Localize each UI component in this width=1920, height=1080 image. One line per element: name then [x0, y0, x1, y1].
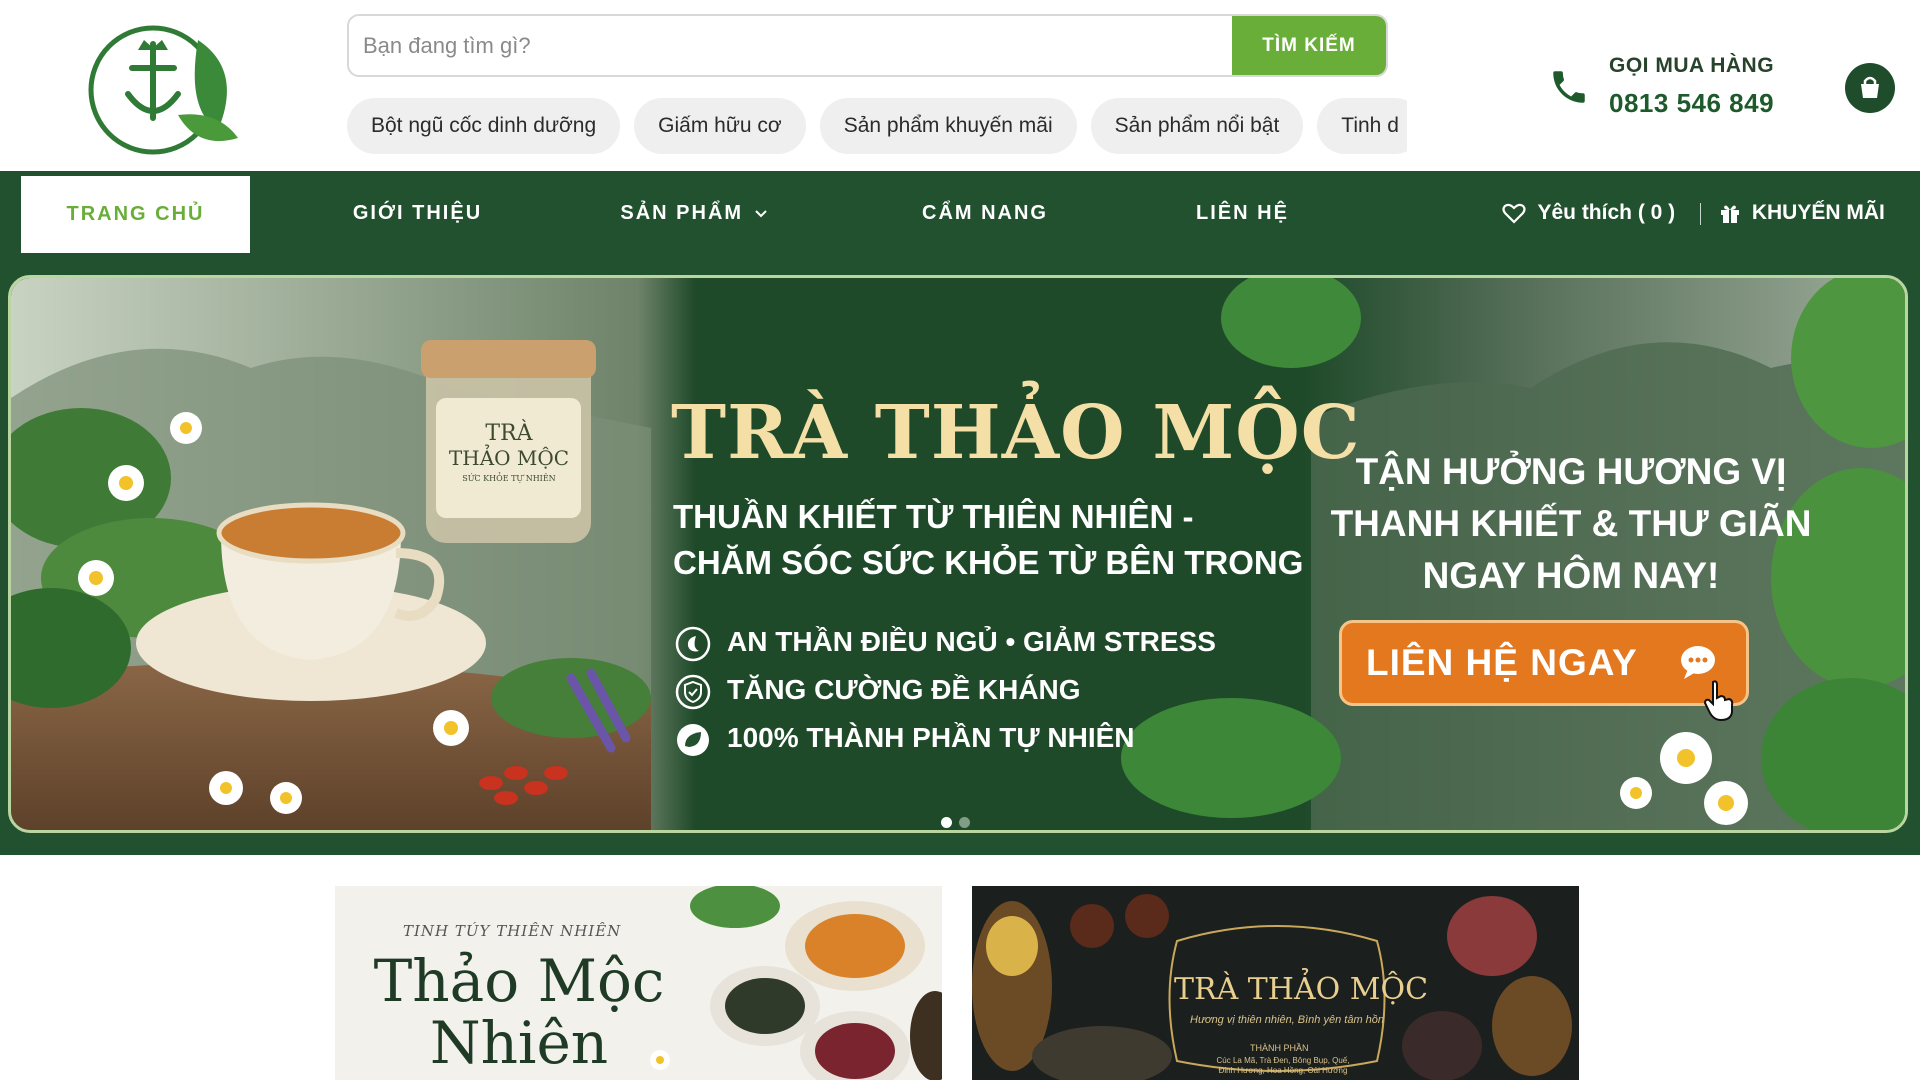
benefit-text: AN THẦN ĐIỀU NGỦ • GIẢM STRESS	[727, 626, 1216, 657]
hero-tagline-line1: TẬN HƯỞNG HƯƠNG VỊ	[1355, 451, 1787, 492]
banner-title-line2: Nhiên	[429, 1009, 609, 1077]
shield-check-icon	[675, 674, 711, 710]
nav-products-label: SẢN PHẨM	[620, 202, 744, 224]
benefit-text: TĂNG CƯỜNG ĐỀ KHÁNG	[727, 674, 1081, 705]
phone-icon	[1553, 71, 1585, 103]
banner-herbal-tea[interactable]: TRÀ THẢO MỘC Hương vị thiên nhiên, Bình …	[972, 886, 1579, 1080]
benefit-item: 100% THÀNH PHẦN TỰ NHIÊN	[675, 714, 1216, 762]
benefit-text: 100% THÀNH PHẦN TỰ NHIÊN	[727, 722, 1135, 753]
banner-eyebrow: TINH TÚY THIÊN NHIÊN	[403, 922, 622, 940]
pointer-hand-icon	[1703, 680, 1734, 722]
shopping-bag-icon	[1861, 76, 1879, 98]
hero-slider[interactable]: TRÀ THẢO MỘC SỨC KHỎE TỰ NHIÊN TRÀ THẢO …	[8, 275, 1908, 833]
banner-ingredients: Cúc La Mã, Trà Đen, Bông Bụp, Quế, Đinh …	[1216, 1056, 1350, 1075]
slider-dot[interactable]	[959, 817, 970, 828]
nav-home[interactable]: TRANG CHỦ	[21, 176, 250, 253]
chip-essential-oil[interactable]: Tinh d	[1317, 98, 1407, 154]
anchor-leaf-logo-icon	[88, 25, 238, 155]
search-button[interactable]: TÌM KIẾM	[1232, 16, 1386, 75]
main-navigation: TRANG CHỦ GIỚI THIỆU SẢN PHẨM CẨM NANG L…	[0, 171, 1920, 255]
site-header: TÌM KIẾM Bột ngũ cốc dinh dưỡngGiấm hữu …	[0, 0, 1920, 171]
nav-divider	[1700, 203, 1701, 225]
quick-category-chips: Bột ngũ cốc dinh dưỡng Giấm hữu cơ Sản phẩ…	[347, 98, 1407, 156]
hero-tagline-line2: THANH KHIẾT & THƯ GIÃN	[1330, 503, 1812, 544]
nav-products[interactable]: SẢN PHẨM	[612, 171, 777, 255]
banner-herbal-nature[interactable]: TINH TÚY THIÊN NHIÊN Thảo Mộc Nhiên	[335, 886, 942, 1080]
hotline-number[interactable]: 0813 546 849	[1609, 88, 1774, 119]
chip-cereal-powder[interactable]: Bột ngũ cốc dinh dưỡng	[347, 98, 621, 154]
chevron-down-icon	[754, 210, 767, 218]
site-logo[interactable]	[68, 10, 253, 170]
hero-benefits: AN THẦN ĐIỀU NGỦ • GIẢM STRESS TĂNG CƯỜN…	[675, 618, 1216, 762]
contact-now-button[interactable]: LIÊN HỆ NGAY	[1339, 620, 1749, 706]
jar-label: TRÀ THẢO MỘC SỨC KHỎE TỰ NHIÊN	[444, 421, 574, 483]
nav-guide[interactable]: CẨM NANG	[900, 171, 1070, 255]
nav-contact[interactable]: LIÊN HỆ	[1170, 171, 1315, 255]
search-input[interactable]	[349, 16, 1234, 75]
banner-ingredients-label: THÀNH PHẦN	[1250, 1043, 1309, 1053]
cart-button[interactable]	[1845, 63, 1895, 113]
leaf-icon	[677, 724, 709, 756]
hero-subtitle-line2: CHĂM SÓC SỨC KHỎE TỪ BÊN TRONG	[673, 544, 1304, 581]
hero-subtitle: THUẦN KHIẾT TỪ THIÊN NHIÊN - CHĂM SÓC SỨ…	[673, 494, 1303, 586]
jar-label-line1: TRÀ	[485, 421, 533, 446]
gift-icon	[1721, 205, 1739, 224]
wishlist-link[interactable]: Yêu thích ( 0 )	[1502, 171, 1675, 255]
chip-featured-products[interactable]: Sản phẩm nổi bật	[1090, 98, 1304, 154]
benefit-item: TĂNG CƯỜNG ĐỀ KHÁNG	[675, 666, 1216, 714]
nav-about[interactable]: GIỚI THIỆU	[330, 171, 505, 255]
moon-icon	[675, 626, 711, 662]
contact-now-label: LIÊN HỆ NGAY	[1366, 642, 1638, 683]
promo-link[interactable]: KHUYẾN MÃI	[1718, 171, 1885, 255]
wishlist-label: Yêu thích ( 0 )	[1537, 201, 1676, 224]
jar-label-line2: THẢO MỘC	[448, 446, 570, 470]
hero-tagline: TẬN HƯỞNG HƯƠNG VỊ THANH KHIẾT & THƯ GIÃ…	[1301, 446, 1841, 602]
hero-tagline-line3: NGAY HÔM NAY!	[1422, 555, 1720, 596]
chip-promo-products[interactable]: Sản phẩm khuyến mãi	[819, 98, 1077, 154]
banner-tagline: Hương vị thiên nhiên, Bình yên tâm hồn	[1190, 1014, 1385, 1026]
banner-title: TRÀ THẢO MỘC	[1174, 972, 1429, 1007]
jar-label-line3: SỨC KHỎE TỰ NHIÊN	[462, 474, 556, 483]
hotline-label: GỌI MUA HÀNG	[1609, 54, 1775, 77]
banner-title: Thảo Mộc Nhiên	[349, 950, 689, 1074]
heart-icon	[1502, 204, 1526, 225]
promo-label: KHUYẾN MÃI	[1751, 201, 1885, 224]
benefit-item: AN THẦN ĐIỀU NGỦ • GIẢM STRESS	[675, 618, 1216, 666]
banner-title-line1: Thảo Mộc	[373, 947, 665, 1015]
hero-title: TRÀ THẢO MỘC	[671, 390, 1361, 476]
chip-organic-vinegar[interactable]: Giấm hữu cơ	[634, 98, 806, 154]
search-bar: TÌM KIẾM	[347, 14, 1388, 77]
slider-dots	[941, 815, 971, 830]
hotline[interactable]: GỌI MUA HÀNG 0813 546 849	[1548, 52, 1798, 122]
hero-subtitle-line1: THUẦN KHIẾT TỪ THIÊN NHIÊN -	[673, 498, 1194, 535]
slider-dot-active[interactable]	[941, 817, 952, 828]
